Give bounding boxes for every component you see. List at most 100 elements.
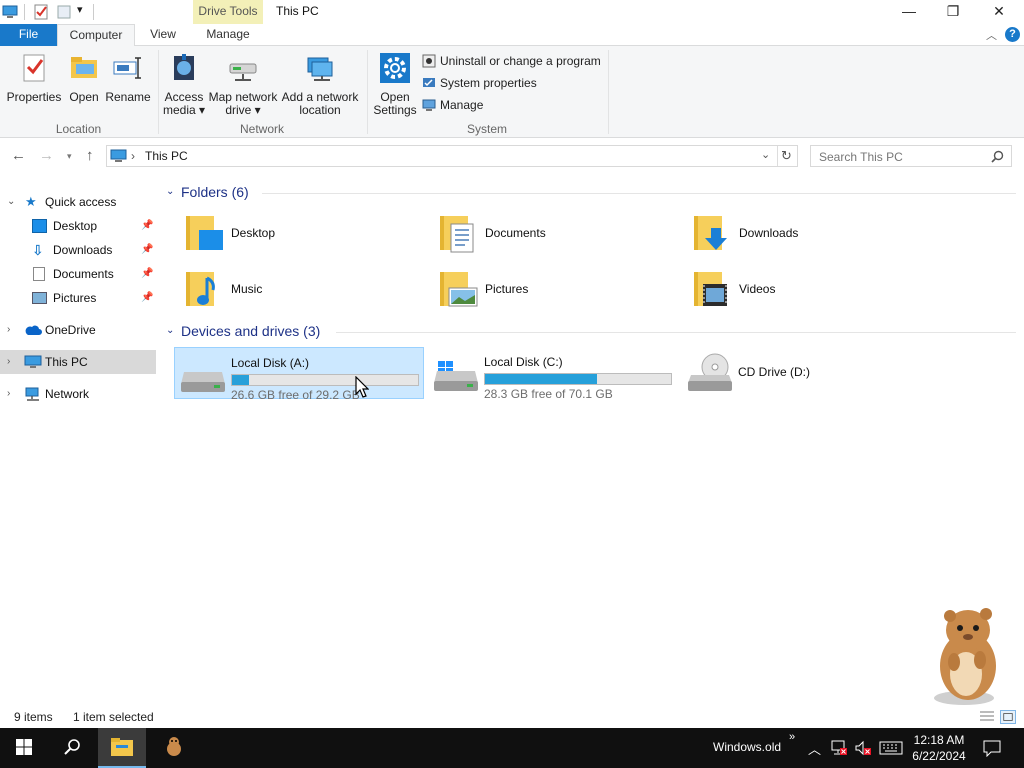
- properties-button[interactable]: Properties: [6, 52, 62, 104]
- drive-local-disk-a[interactable]: Local Disk (A:) 26.6 GB free of 29.2 GB: [174, 347, 424, 402]
- toolbar-expand-icon[interactable]: »: [789, 731, 795, 743]
- nav-item-network[interactable]: › Network: [0, 382, 156, 406]
- access-media-icon: [174, 54, 194, 80]
- refresh-icon[interactable]: ↻: [781, 148, 792, 164]
- item-count: 9 items: [14, 710, 53, 724]
- search-icon[interactable]: [991, 150, 1004, 163]
- expanded-chevron-icon[interactable]: ⌄: [7, 190, 15, 214]
- search-box[interactable]: Search This PC: [810, 145, 1012, 167]
- minimize-button[interactable]: —: [886, 0, 932, 24]
- breadcrumb-this-pc[interactable]: This PC: [145, 149, 188, 163]
- open-settings-button[interactable]: Open Settings: [372, 52, 418, 117]
- search-input[interactable]: Search This PC: [819, 150, 903, 164]
- large-icons-view-icon[interactable]: [1000, 710, 1016, 724]
- hamster-mascot-icon: [934, 608, 996, 705]
- uninstall-program-button[interactable]: Uninstall or change a program: [422, 52, 601, 70]
- close-button[interactable]: ✕: [976, 0, 1022, 24]
- folder-label-documents: Documents: [485, 226, 546, 240]
- collapsed-chevron-icon[interactable]: ›: [7, 318, 10, 342]
- documents-icon: [33, 267, 45, 281]
- help-icon[interactable]: ?: [1005, 27, 1020, 42]
- clock-time: 12:18 AM: [913, 733, 965, 747]
- forward-arrow-icon[interactable]: →: [39, 147, 54, 164]
- network-status-icon[interactable]: [830, 740, 848, 756]
- new-folder-qat-icon[interactable]: [56, 4, 72, 20]
- details-view-icon[interactable]: [979, 710, 995, 724]
- folder-documents[interactable]: Documents: [437, 210, 667, 260]
- folder-pictures[interactable]: Pictures: [437, 266, 667, 316]
- manage-button[interactable]: Manage: [422, 96, 483, 114]
- folder-label-pictures: Pictures: [485, 282, 529, 296]
- pictures-icon: [32, 292, 47, 304]
- system-properties-label: System properties: [440, 76, 537, 90]
- recent-locations-chevron-icon[interactable]: ▾: [67, 151, 72, 162]
- file-explorer-taskbar-button[interactable]: [98, 728, 146, 768]
- map-network-drive-button[interactable]: Map network drive ▾: [206, 52, 280, 117]
- collapse-ribbon-icon[interactable]: ︿: [986, 27, 997, 43]
- documents-folder-icon: [440, 216, 474, 253]
- properties-label: Properties: [6, 90, 62, 104]
- folders-collapse-chevron-icon[interactable]: ⌄: [166, 186, 174, 197]
- tab-computer[interactable]: Computer: [57, 24, 135, 47]
- nav-item-documents[interactable]: Documents 📌: [0, 262, 156, 286]
- map-network-drive-icon: [229, 63, 257, 81]
- customize-qat-icon[interactable]: ▾: [77, 3, 83, 16]
- pin-icon[interactable]: 📌: [141, 262, 153, 286]
- collapsed-chevron-icon[interactable]: ›: [7, 382, 10, 406]
- show-hidden-icons-chevron-icon[interactable]: ︿: [808, 739, 821, 758]
- nav-item-desktop[interactable]: Desktop 📌: [0, 214, 156, 238]
- tab-view[interactable]: View: [138, 24, 188, 46]
- nav-item-downloads[interactable]: ⇩ Downloads 📌: [0, 238, 156, 262]
- nav-label-desktop: Desktop: [53, 219, 98, 233]
- action-center-icon[interactable]: [983, 739, 1001, 757]
- touch-keyboard-icon[interactable]: [879, 741, 903, 755]
- access-media-button[interactable]: Access media ▾: [162, 52, 206, 117]
- open-button[interactable]: Open: [64, 52, 104, 104]
- nav-item-quick-access[interactable]: ⌄ ★ Quick access: [0, 190, 156, 214]
- nav-item-onedrive[interactable]: › OneDrive: [0, 318, 156, 342]
- cd-drive-icon: [688, 353, 732, 391]
- volume-muted-icon[interactable]: [854, 740, 872, 756]
- add-location-label-2: location: [299, 103, 341, 117]
- folders-section-title[interactable]: Folders (6): [181, 184, 249, 200]
- back-arrow-icon[interactable]: ←: [11, 147, 26, 164]
- add-network-location-button[interactable]: Add a network location: [280, 52, 360, 117]
- folder-desktop[interactable]: Desktop: [183, 210, 413, 260]
- tab-manage[interactable]: Manage: [193, 24, 263, 46]
- pin-icon[interactable]: 📌: [141, 238, 153, 262]
- map-drive-label-2: drive ▾: [225, 103, 261, 117]
- folder-label-videos: Videos: [739, 282, 776, 296]
- drives-collapse-chevron-icon[interactable]: ⌄: [166, 325, 174, 336]
- nav-label-network: Network: [45, 387, 90, 401]
- windows-logo-icon: [16, 739, 32, 755]
- address-history-chevron-icon[interactable]: ⌄: [761, 148, 770, 161]
- address-bar[interactable]: › This PC ⌄ ↻: [106, 145, 798, 167]
- windows-old-toolbar[interactable]: Windows.old: [713, 740, 781, 754]
- collapsed-chevron-icon[interactable]: ›: [7, 350, 10, 374]
- up-arrow-icon[interactable]: ↑: [86, 147, 94, 164]
- folder-videos[interactable]: Videos: [691, 266, 921, 316]
- clock[interactable]: 12:18 AM 6/22/2024: [908, 732, 970, 764]
- rename-icon: [113, 57, 141, 79]
- hamster-app-taskbar-button[interactable]: [150, 728, 198, 768]
- properties-qat-icon[interactable]: [33, 4, 49, 20]
- tab-file[interactable]: File: [0, 24, 57, 46]
- folder-music[interactable]: Music: [183, 266, 413, 316]
- breadcrumb-separator-icon[interactable]: ›: [131, 149, 135, 163]
- drive-cd-d[interactable]: CD Drive (D:): [682, 347, 932, 399]
- drive-usage-fill-c: [485, 374, 597, 384]
- drives-section-title[interactable]: Devices and drives (3): [181, 323, 320, 339]
- pin-icon[interactable]: 📌: [141, 286, 153, 310]
- window-title: This PC: [276, 4, 319, 18]
- manage-label: Manage: [440, 98, 484, 112]
- restore-button[interactable]: ❐: [930, 0, 976, 24]
- search-taskbar-button[interactable]: [48, 728, 96, 768]
- drive-local-disk-c[interactable]: Local Disk (C:) 28.3 GB free of 70.1 GB: [428, 347, 678, 401]
- folder-downloads[interactable]: Downloads: [691, 210, 921, 260]
- pin-icon[interactable]: 📌: [141, 214, 153, 238]
- rename-button[interactable]: Rename: [104, 52, 152, 104]
- nav-item-this-pc[interactable]: › This PC: [0, 350, 156, 374]
- nav-item-pictures[interactable]: Pictures 📌: [0, 286, 156, 310]
- start-button[interactable]: [0, 728, 48, 768]
- system-properties-button[interactable]: System properties: [422, 74, 537, 92]
